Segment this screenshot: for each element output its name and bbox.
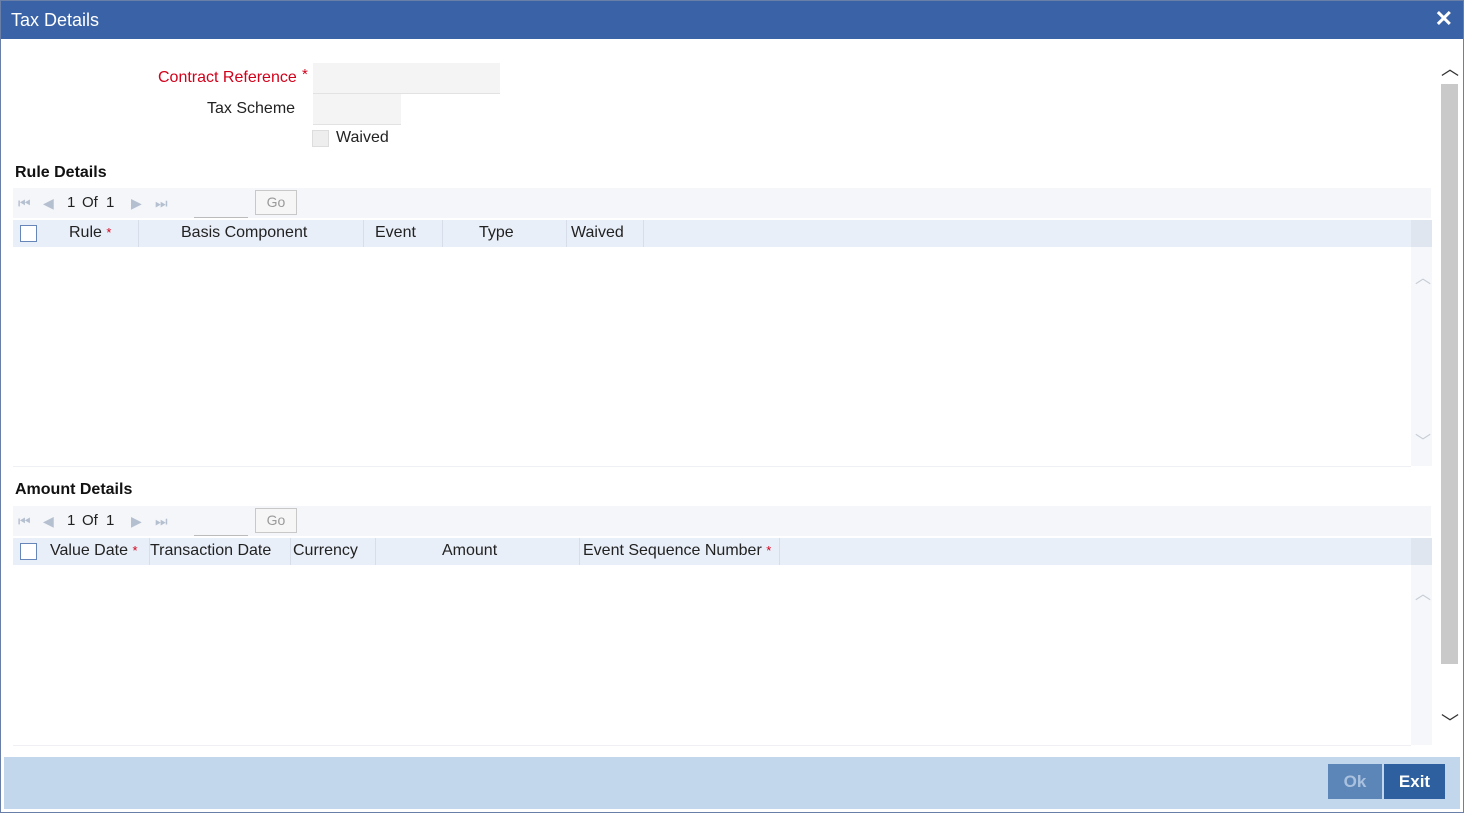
last-page-icon[interactable]: ⏭ (155, 195, 168, 212)
page-number-input[interactable] (194, 511, 248, 536)
scroll-up-icon[interactable]: ︿ (1441, 55, 1459, 81)
gutter-header (1411, 538, 1432, 565)
column-event[interactable]: Event (364, 220, 443, 247)
column-waived[interactable]: Waived (567, 220, 644, 247)
tax-scheme-input[interactable] (313, 94, 401, 125)
window-title: Tax Details (11, 10, 100, 30)
select-all-checkbox[interactable] (20, 225, 37, 242)
column-transaction-date[interactable]: Transaction Date (150, 538, 291, 565)
contract-reference-required: * (302, 66, 308, 83)
column-basis-component[interactable]: Basis Component (139, 220, 364, 247)
amount-details-body (13, 565, 1411, 746)
select-all-checkbox[interactable] (20, 543, 37, 560)
chevron-up-icon[interactable]: ︿ (1415, 264, 1431, 288)
first-page-icon[interactable]: ⏮ (18, 195, 31, 212)
column-rule[interactable]: Rule * (48, 220, 139, 247)
title-bar: Tax Details ✕ (1, 1, 1463, 39)
first-page-icon[interactable]: ⏮ (18, 513, 31, 530)
amount-details-heading: Amount Details (15, 481, 133, 498)
total-pages: 1 (106, 512, 115, 529)
column-type[interactable]: Type (443, 220, 567, 247)
prev-page-icon[interactable]: ◀ (43, 513, 54, 530)
next-page-icon[interactable]: ▶ (131, 513, 142, 530)
rule-details-heading: Rule Details (15, 164, 107, 181)
required-mark: * (766, 543, 772, 558)
tax-details-dialog: Tax Details ✕ Contract Reference * Tax S… (0, 0, 1464, 813)
amount-details-scrollbar[interactable]: ︿ (1411, 538, 1432, 745)
column-amount[interactable]: Amount (376, 538, 580, 565)
chevron-up-icon[interactable]: ︿ (1415, 580, 1431, 604)
column-event-sequence-number[interactable]: Event Sequence Number * (580, 538, 780, 565)
rule-details-pager: ⏮ ◀ 1 Of 1 ▶ ⏭ Go (13, 188, 1431, 218)
total-pages: 1 (106, 194, 115, 211)
column-label: Rule (69, 224, 102, 241)
go-button[interactable]: Go (255, 190, 297, 215)
go-button[interactable]: Go (255, 508, 297, 533)
current-page: 1 (67, 512, 76, 529)
scroll-down-icon[interactable]: ﹀ (1441, 709, 1459, 735)
page-number-input[interactable] (194, 193, 248, 218)
amount-details-header: Value Date * Transaction Date Currency A… (13, 538, 1411, 565)
contract-reference-input[interactable] (313, 63, 500, 94)
amount-details-pager: ⏮ ◀ 1 Of 1 ▶ ⏭ Go (13, 506, 1431, 536)
rule-details-header: Rule * Basis Component Event Type Waived (13, 220, 1411, 247)
ok-button[interactable]: Ok (1328, 764, 1382, 799)
of-label: Of (82, 194, 98, 211)
main-scrollbar[interactable]: ︿ ﹀ (1439, 49, 1459, 749)
column-label: Value Date (50, 542, 128, 559)
close-icon[interactable]: ✕ (1435, 8, 1453, 30)
prev-page-icon[interactable]: ◀ (43, 195, 54, 212)
exit-button[interactable]: Exit (1384, 764, 1445, 799)
of-label: Of (82, 512, 98, 529)
current-page: 1 (67, 194, 76, 211)
footer-bar: Ok Exit (4, 757, 1460, 809)
last-page-icon[interactable]: ⏭ (155, 513, 168, 530)
rule-details-body (13, 247, 1411, 467)
waived-checkbox[interactable] (312, 130, 329, 147)
required-mark: * (132, 543, 138, 558)
column-value-date[interactable]: Value Date * (48, 538, 150, 565)
scrollbar-thumb[interactable] (1441, 84, 1458, 664)
gutter-header (1411, 220, 1432, 247)
column-currency[interactable]: Currency (291, 538, 376, 565)
rule-details-scrollbar[interactable]: ︿ ﹀ (1411, 220, 1432, 466)
contract-reference-label: Contract Reference (158, 69, 297, 86)
next-page-icon[interactable]: ▶ (131, 195, 142, 212)
required-mark: * (106, 225, 112, 240)
waived-label: Waived (336, 129, 389, 146)
tax-scheme-label: Tax Scheme (207, 100, 296, 117)
chevron-down-icon[interactable]: ﹀ (1415, 428, 1431, 452)
column-label: Event Sequence Number (583, 542, 762, 559)
